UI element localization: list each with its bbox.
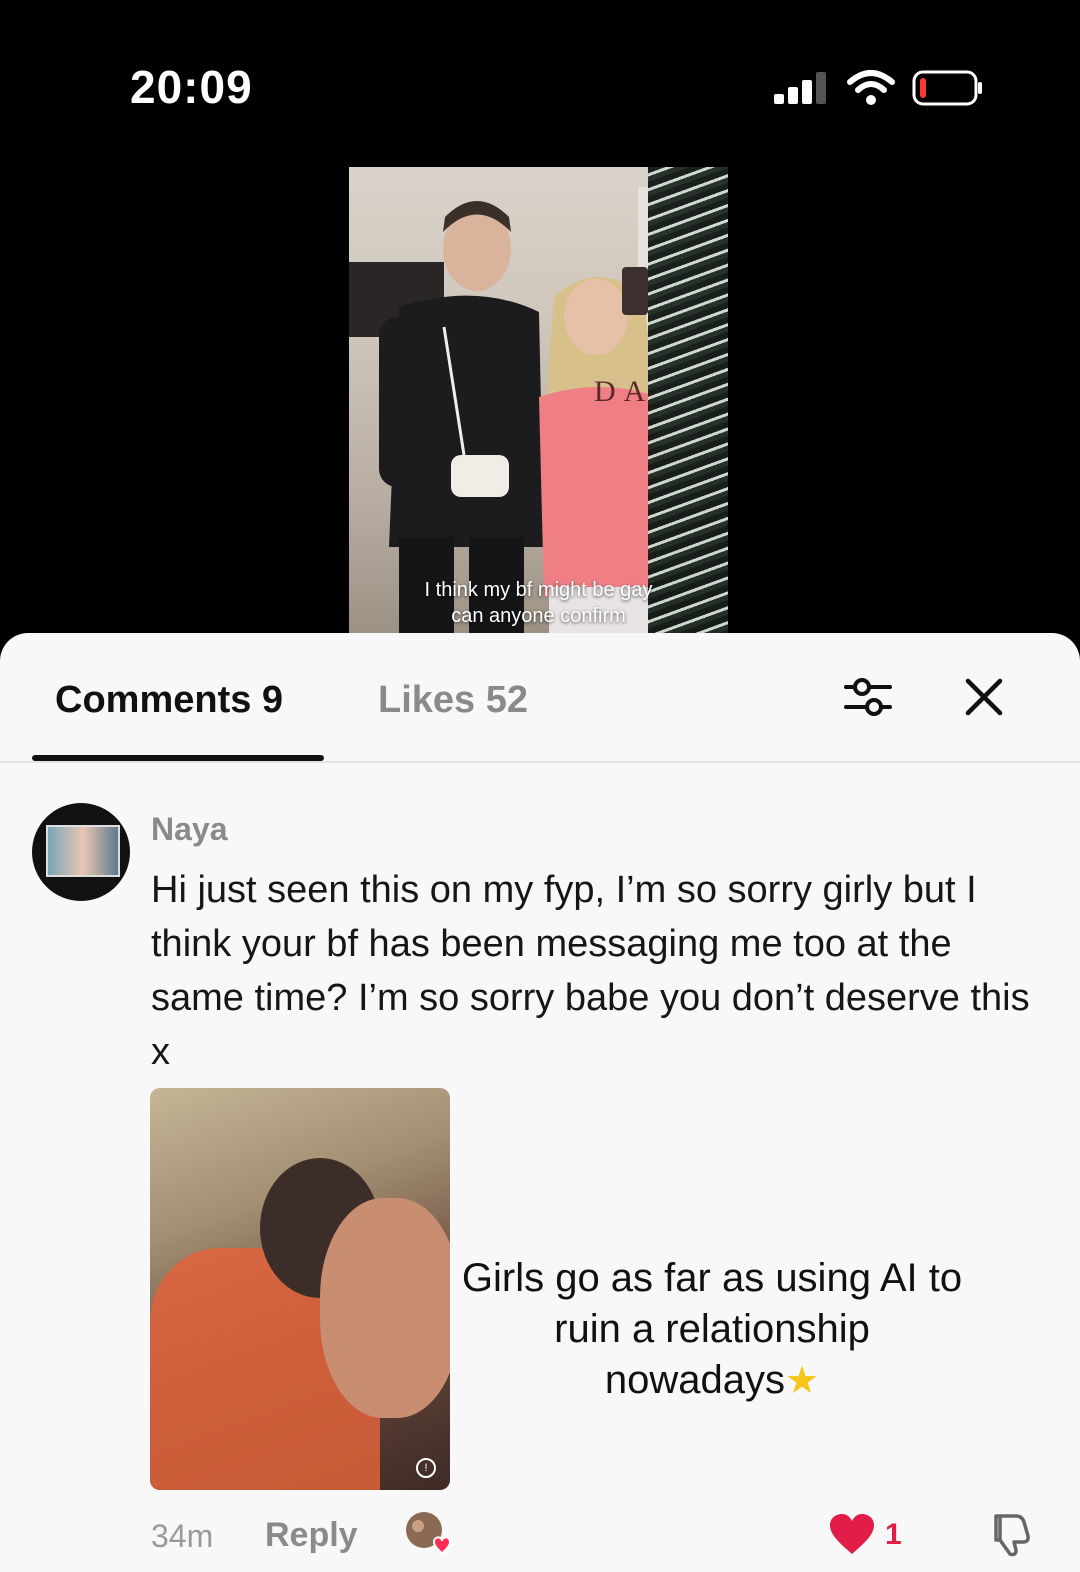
comments-tabs: Comments 9 Likes 52 [0,633,1080,763]
comment-attached-image[interactable]: ! [150,1088,450,1490]
video-christmas-tree [648,167,728,633]
star-icon: ★ [785,1360,820,1402]
status-bar: 20:09 [0,0,1080,170]
comment-time: 34m [151,1518,214,1554]
status-time: 20:09 [130,61,253,113]
reply-button[interactable]: Reply [265,1516,358,1555]
active-tab-indicator [32,755,324,761]
creator-liked-icon [406,1512,452,1555]
battery-low-icon [912,70,982,106]
thumbs-down-icon[interactable] [986,1510,1034,1558]
close-icon[interactable] [960,673,1008,721]
status-icons [774,66,988,110]
sweater-letters: DA [594,375,654,408]
comment-username[interactable]: Naya [151,811,228,848]
overlay-caption-line3-wrap: nowadays★ [452,1355,972,1407]
cellular-signal-icon [774,72,830,104]
avatar-photo [46,825,120,877]
heart-icon[interactable] [828,1512,876,1556]
overlay-caption-line1: Girls go as far as using AI to [461,1256,963,1300]
tab-comments[interactable]: Comments 9 [55,679,283,722]
like-count: 1 [885,1518,902,1551]
info-icon[interactable]: ! [416,1458,436,1478]
video-caption-line2: can anyone confirm [451,605,626,627]
comments-sheet: Comments 9 Likes 52 Naya Hi just seen th… [0,633,1080,1572]
tab-likes[interactable]: Likes 52 [378,679,528,722]
wifi-icon [847,70,895,105]
comment-meta: 34m Reply 1 [0,1512,1080,1568]
overlay-caption: Girls go as far as using AI to ruin a re… [452,1253,972,1407]
video-preview[interactable]: DA I think my bf might be gay can anyone… [349,167,728,633]
video-person-boy [379,201,544,633]
overlay-caption-line2: ruin a relationship [554,1307,870,1351]
comment-text: Hi just seen this on my fyp, I’m so sorr… [151,869,1030,1073]
video-caption-line1: I think my bf might be gay [424,579,653,601]
overlay-caption-line3: nowadays [604,1358,786,1402]
avatar[interactable] [32,803,130,901]
filter-icon[interactable] [842,673,894,721]
